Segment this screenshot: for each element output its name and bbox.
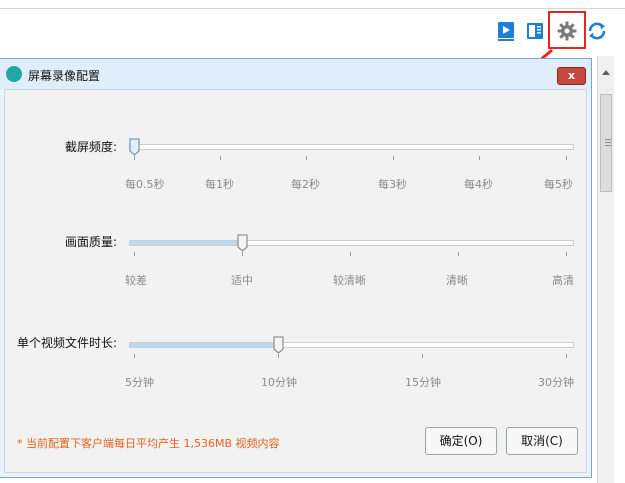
cancel-button[interactable]: 取消(C) (506, 427, 578, 455)
tick-label: 15分钟 (405, 376, 441, 389)
app-logo-icon (6, 66, 22, 82)
capture-frequency-handle[interactable] (129, 138, 140, 156)
scrollbar-thumb[interactable] (600, 94, 612, 192)
video-duration-label: 单个视频文件时长: (17, 336, 118, 350)
play-doc-icon[interactable] (495, 20, 517, 42)
tick-label: 5分钟 (125, 376, 154, 389)
dialog-titlebar[interactable]: 屏幕录像配置 x (0, 59, 591, 89)
ok-button[interactable]: 确定(O) (425, 427, 497, 455)
picture-quality-slider[interactable] (129, 240, 574, 246)
capture-frequency-slider[interactable] (129, 144, 574, 150)
tick-label: 高清 (552, 274, 574, 287)
close-icon: x (567, 69, 576, 82)
video-duration-handle[interactable] (273, 336, 284, 354)
tick-label: 适中 (231, 274, 253, 287)
settings-panel: 截屏频度: 每0.5秒 每1秒 每2秒 每3秒 每4秒 每5秒 画面质量: 较差… (4, 89, 587, 473)
dialog-title: 屏幕录像配置 (28, 69, 101, 83)
tick-label: 每4秒 (464, 178, 493, 191)
tick-label: 较差 (125, 274, 147, 287)
sidebar-panel-icon[interactable] (524, 20, 546, 42)
tick-label: 较清晰 (333, 274, 366, 287)
tick-label: 清晰 (446, 274, 468, 287)
slider-fill (130, 241, 242, 245)
video-duration-slider[interactable] (129, 342, 574, 348)
tick-label: 每2秒 (291, 178, 320, 191)
daily-output-note: * 当前配置下客户端每日平均产生 1,536MB 视频内容 (17, 437, 280, 450)
tick-label: 30分钟 (538, 376, 574, 389)
tick-label: 10分钟 (261, 376, 297, 389)
scroll-up-icon[interactable] (602, 70, 610, 75)
tick-label: 每3秒 (378, 178, 407, 191)
tick-label: 每5秒 (544, 178, 573, 191)
refresh-icon[interactable] (586, 20, 608, 42)
slider-fill (130, 343, 278, 347)
close-button[interactable]: x (557, 67, 586, 85)
picture-quality-label: 画面质量: (65, 235, 118, 249)
capture-frequency-label: 截屏频度: (65, 140, 118, 154)
vertical-scrollbar[interactable] (597, 56, 614, 483)
tick-label: 每0.5秒 (125, 178, 165, 191)
tick-label: 每1秒 (205, 178, 234, 191)
gear-highlight-box (548, 11, 586, 49)
screen-recording-config-dialog: 屏幕录像配置 x 截屏频度: 每0.5秒 每1秒 每2秒 每3秒 每4秒 每5秒… (0, 58, 592, 478)
toolbar-divider (0, 8, 625, 9)
picture-quality-handle[interactable] (237, 234, 248, 252)
